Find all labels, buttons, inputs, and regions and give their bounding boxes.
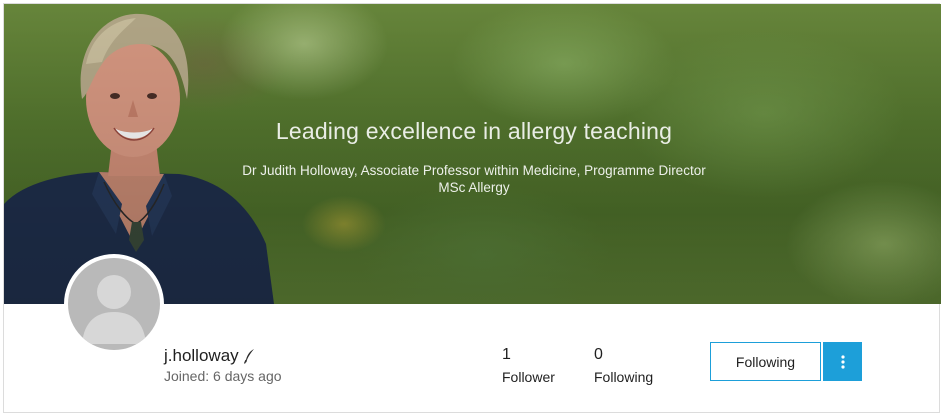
more-options-button[interactable] (823, 342, 862, 381)
profile-card: Leading excellence in allergy teaching D… (3, 3, 941, 413)
kebab-menu-icon (840, 354, 845, 369)
followers-label: Follower (502, 369, 555, 385)
quill-icon (243, 349, 254, 364)
username-row: j.holloway (164, 345, 255, 367)
cover-banner: Leading excellence in allergy teaching D… (4, 4, 941, 304)
following-count: 0 (594, 346, 603, 363)
banner-shade (4, 4, 941, 304)
banner-subtitle: Dr Judith Holloway, Associate Professor … (242, 163, 706, 195)
banner-headline: Leading excellence in allergy teaching (275, 118, 673, 144)
followers-stat[interactable]: 1 Follower (502, 346, 555, 386)
following-label: Following (594, 369, 654, 385)
username[interactable]: j.holloway (164, 346, 239, 366)
following-stat[interactable]: 0 Following (594, 346, 653, 386)
following-button[interactable]: Following (710, 342, 821, 381)
avatar[interactable] (64, 254, 164, 354)
avatar-placeholder-icon (68, 258, 160, 350)
joined-date: Joined: 6 days ago (164, 368, 282, 384)
followers-count: 1 (502, 346, 511, 363)
